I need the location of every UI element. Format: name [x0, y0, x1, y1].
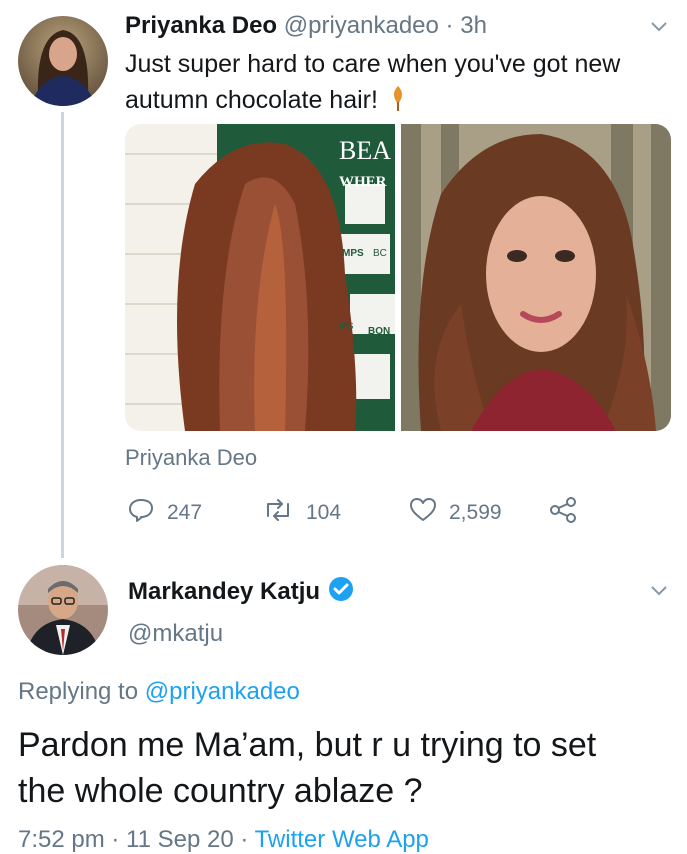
tweet-time[interactable]: 3h	[460, 12, 487, 39]
reply-source[interactable]: Twitter Web App	[255, 826, 429, 853]
replying-to-handle[interactable]: @priyankadeo	[145, 678, 300, 705]
priyanka-avatar[interactable]	[18, 16, 108, 106]
share-action[interactable]	[549, 496, 577, 530]
heart-icon	[409, 496, 437, 530]
reply-meta: 7:52 pm · 11 Sep 20 · Twitter Web App	[18, 826, 429, 854]
reply-author-handle[interactable]: @mkatju	[128, 620, 223, 648]
photo-hair-back[interactable]: BEA WHER MPS BC BON IPS	[125, 124, 395, 431]
leaf-icon	[389, 84, 407, 122]
tweet-header: Priyanka Deo @priyankadeo · 3h	[125, 12, 487, 40]
tweet-text: Just super hard to care when you've got …	[125, 46, 620, 122]
reply-text-line-1: Pardon me Ma’am, but r u trying to set	[18, 726, 597, 764]
tagged-user[interactable]: Priyanka Deo	[125, 445, 257, 471]
sign-text-2: WHER	[339, 174, 387, 190]
sign-text-6: IPS	[339, 321, 354, 331]
reply-text-line-2: the whole country ablaze ?	[18, 772, 423, 810]
retweet-action[interactable]: 104	[262, 496, 341, 530]
sign-text-1: BEA	[339, 136, 391, 165]
header-separator: ·	[445, 12, 454, 39]
retweet-icon	[262, 496, 294, 530]
verified-badge-icon	[328, 576, 354, 607]
replying-to-line: Replying to @priyankadeo	[18, 678, 300, 706]
share-icon	[549, 496, 577, 530]
katju-avatar[interactable]	[18, 565, 108, 655]
like-action[interactable]: 2,599	[409, 496, 502, 530]
reply-action[interactable]: 247	[127, 496, 202, 530]
chevron-down-icon[interactable]	[648, 580, 670, 602]
reply-icon	[127, 496, 155, 530]
photo-selfie[interactable]	[401, 124, 671, 431]
replying-to-label: Replying to	[18, 678, 139, 705]
author-name[interactable]: Priyanka Deo	[125, 12, 277, 39]
sign-text-5: BON	[368, 326, 391, 337]
reply-text: Pardon me Ma’am, but r u trying to set t…	[18, 722, 596, 814]
like-count: 2,599	[449, 501, 502, 524]
reply-timestamp[interactable]: 7:52 pm · 11 Sep 20 ·	[18, 826, 248, 853]
reply-header: Markandey Katju	[128, 576, 354, 607]
chevron-down-icon[interactable]	[648, 16, 670, 38]
reply-count: 247	[167, 501, 203, 524]
tweet-text-line-2-row: autumn chocolate hair!	[125, 82, 620, 122]
sign-text-3: MPS	[342, 248, 364, 259]
retweet-count: 104	[306, 501, 342, 524]
sign-text-4: BC	[373, 248, 387, 259]
tweet-text-line-2: autumn chocolate hair!	[125, 86, 378, 114]
thread-connector-line	[61, 112, 64, 558]
reply-author-name[interactable]: Markandey Katju	[128, 578, 320, 606]
author-handle[interactable]: @priyankadeo	[284, 12, 439, 39]
tweet-text-line-1: Just super hard to care when you've got …	[125, 50, 621, 78]
